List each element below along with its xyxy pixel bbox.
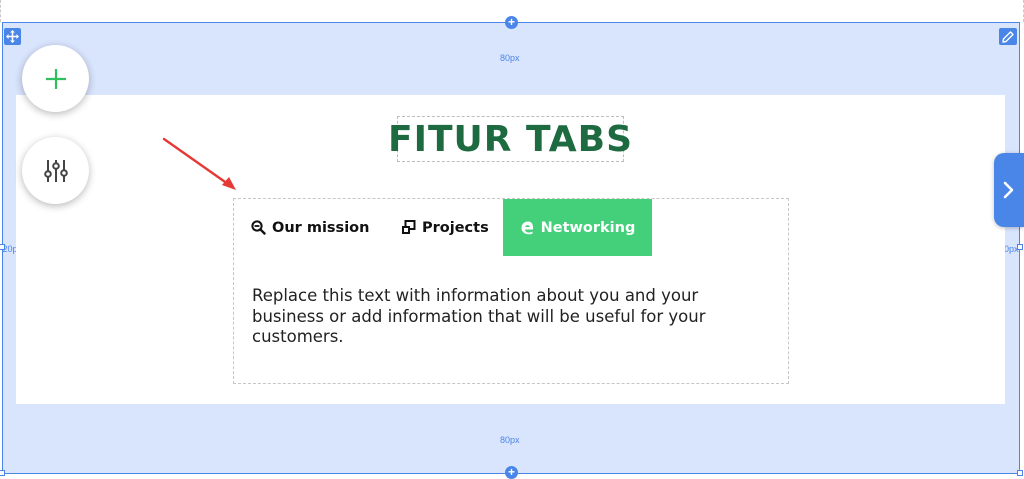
tab-our-mission-label: Our mission [272,219,370,236]
move-arrows-icon [6,30,19,43]
tab-projects[interactable]: Projects [401,199,489,256]
pencil-icon [1002,30,1014,43]
resize-handle-right[interactable] [1017,244,1023,250]
sliders-icon [43,159,68,182]
clone-icon [402,220,416,234]
resize-handle-bottom-left[interactable] [0,470,5,476]
section-settings-button[interactable] [22,137,89,204]
search-minus-icon [251,220,266,235]
padding-bottom-label: 80px [500,435,520,445]
tab-projects-label: Projects [422,219,489,236]
tab-our-mission[interactable]: Our mission [251,199,369,256]
open-panel-button[interactable] [994,153,1024,227]
add-section-below-handle[interactable]: + [505,466,518,479]
tab-panel-text: Replace this text with information about… [252,286,706,346]
add-section-above-handle[interactable]: + [505,16,518,29]
tab-networking[interactable]: Networking [503,199,652,256]
page-title: FITUR TABS [387,118,634,160]
tab-networking-label: Networking [540,219,636,236]
heading-block[interactable]: FITUR TABS [388,116,632,162]
chevron-right-icon [1003,181,1014,199]
move-section-handle[interactable] [4,28,21,45]
resize-handle-left[interactable] [0,244,5,250]
tabs-widget[interactable]: Our mission Projects Networking Replace … [233,198,789,384]
edge-icon [521,221,533,235]
resize-handle-bottom-right[interactable] [1017,470,1023,476]
annotation-arrow-icon [162,137,236,190]
edit-section-button[interactable] [999,28,1017,45]
plus-icon [45,68,66,89]
add-element-button[interactable] [22,45,89,112]
padding-top-label: 80px [500,53,520,63]
